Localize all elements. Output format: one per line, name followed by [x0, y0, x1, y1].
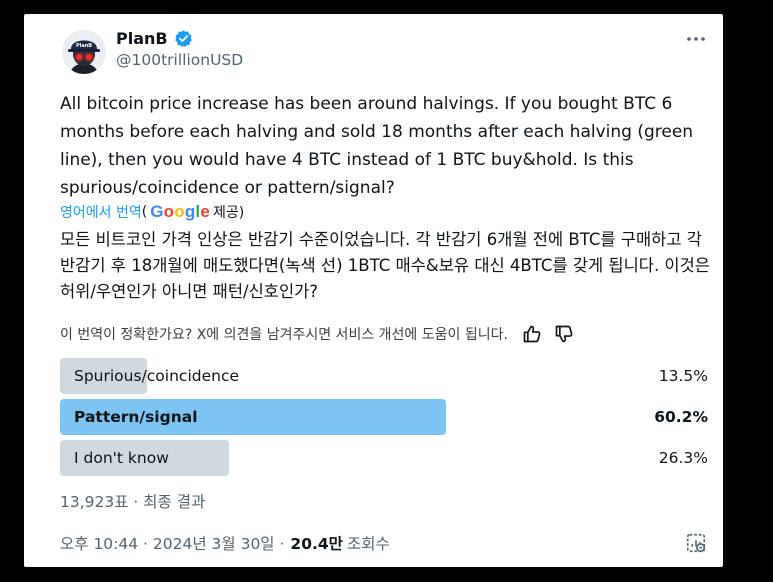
thumbs-down-icon[interactable] [554, 324, 574, 344]
translated-text: 모든 비트코인 가격 인상은 반감기 수준이었습니다. 각 반감기 6개월 전에… [60, 230, 710, 301]
poll-option-percent: 60.2% [654, 408, 708, 426]
poll-option-label: Spurious/coincidence [74, 367, 240, 385]
poll-option-label: I don't know [74, 449, 169, 467]
more-icon[interactable] [685, 28, 707, 50]
poll-option: Pattern/signal 60.2% [60, 399, 708, 435]
thumbs-up-icon[interactable] [522, 324, 542, 344]
poll-vote-summary: 13,923표 · 최종 결과 [60, 493, 206, 511]
translation-attribution: 영어에서 번역 ( Google 제공) [60, 202, 244, 222]
poll-option-percent: 13.5% [658, 367, 708, 385]
analytics-icon[interactable] [685, 532, 707, 558]
avatar[interactable]: PlanB [62, 30, 106, 74]
tweet-card: PlanB PlanB @100trillionUSD All bitcoin … [24, 14, 723, 567]
poll-option: Spurious/coincidence 13.5% [60, 358, 708, 394]
poll-option-label: Pattern/signal [74, 408, 198, 426]
view-count-label: 조회수 [346, 535, 390, 553]
tweet-metadata: 오후 10:44 · 2024년 3월 30일 · 20.4만 조회수 [60, 532, 390, 554]
verified-badge-icon[interactable] [174, 29, 193, 48]
feedback-prompt: 이 번역이 정확한가요? X에 의견을 남겨주시면 서비스 개선에 도움이 됩니… [60, 327, 508, 343]
author-handle[interactable]: @100trillionUSD [116, 51, 243, 69]
timestamp[interactable]: 오후 10:44 · 2024년 3월 30일 · [60, 532, 284, 554]
translation-feedback: 이 번역이 정확한가요? X에 의견을 남겨주시면 서비스 개선에 도움이 됩니… [60, 322, 574, 346]
view-count: 20.4만 [290, 535, 343, 553]
poll-option-percent: 26.3% [658, 449, 708, 467]
avatar-cap-text: PlanB [76, 43, 92, 49]
translate-open-paren: ( [141, 204, 148, 220]
avatar-image: PlanB [62, 30, 106, 74]
translate-link[interactable]: 영어에서 번역 [60, 202, 142, 222]
google-logo: Google [150, 202, 211, 221]
translate-suffix: 제공) [213, 205, 245, 221]
author-display-name[interactable]: PlanB [116, 29, 168, 48]
tweet-text: All bitcoin price increase has been arou… [60, 94, 694, 198]
poll: Spurious/coincidence 13.5% Pattern/signal 6… [60, 358, 708, 481]
poll-option: I don't know 26.3% [60, 440, 708, 476]
